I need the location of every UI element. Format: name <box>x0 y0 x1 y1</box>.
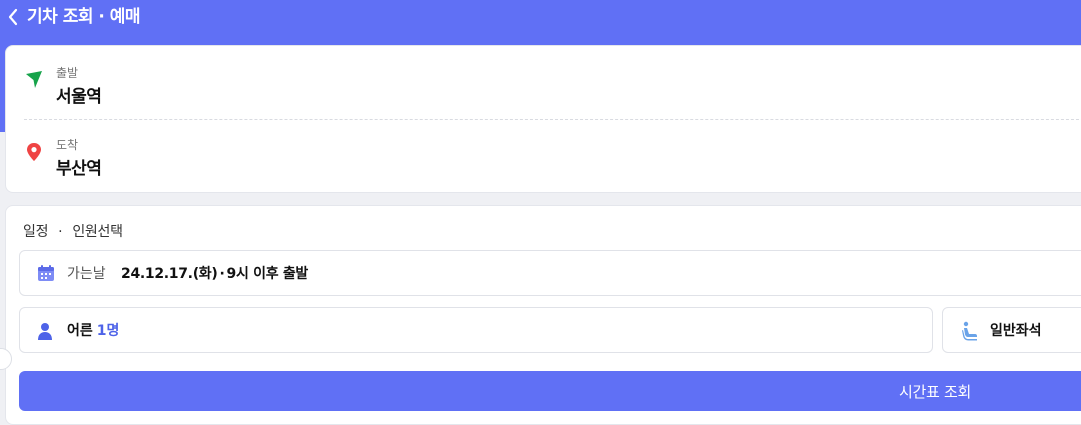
search-timetable-label: 시간표 조회 <box>899 383 971 401</box>
person-icon <box>38 323 52 340</box>
calendar-icon <box>38 265 54 281</box>
departure-label: 출발 <box>56 66 79 80</box>
passenger-value: 어른 1명 <box>67 320 119 340</box>
departure-value: 서울역 <box>56 87 102 107</box>
date-value-time: 9시 이후 출발 <box>226 266 309 282</box>
navigation-arrow-icon <box>26 71 42 88</box>
seat-type-selector[interactable]: 일반좌석 <box>942 307 1081 353</box>
back-button[interactable] <box>2 5 24 29</box>
departure-station-selector[interactable]: 출발 서울역 <box>24 64 424 119</box>
seat-type-value: 일반좌석 <box>990 323 1042 339</box>
schedule-card: 일정 · 인원선택 가는날 24.12.17.(화) · 9시 이후 출발 어른 1명 <box>5 205 1081 425</box>
date-value: 24.12.17.(화) · 9시 이후 출발 <box>121 263 308 283</box>
seat-icon <box>962 321 977 341</box>
station-card: 출발 서울역 도착 부산역 <box>5 45 1081 193</box>
schedule-title-text: 일정 <box>23 224 49 240</box>
date-value-date: 24.12.17.(화) <box>121 266 218 282</box>
schedule-title-dot: · <box>58 224 63 240</box>
date-label: 가는날 <box>67 266 106 282</box>
page-title: 기차 조회 · 예매 <box>27 7 141 27</box>
schedule-subtitle-text: 인원선택 <box>72 224 123 240</box>
station-divider <box>24 119 1081 120</box>
chevron-left-icon <box>8 8 18 26</box>
passenger-type: 어른 <box>67 323 93 339</box>
departure-date-selector[interactable]: 가는날 24.12.17.(화) · 9시 이후 출발 <box>19 250 1081 296</box>
date-value-separator: · <box>219 266 225 282</box>
search-timetable-button[interactable]: 시간표 조회 <box>19 371 1081 411</box>
schedule-section-title: 일정 · 인원선택 <box>23 221 123 241</box>
arrival-label: 도착 <box>56 138 79 152</box>
arrival-station-selector[interactable]: 도착 부산역 <box>24 136 424 191</box>
map-pin-icon <box>27 143 41 161</box>
arrival-value: 부산역 <box>56 159 102 179</box>
passenger-count: 1명 <box>96 323 120 339</box>
passenger-selector[interactable]: 어른 1명 <box>19 307 933 353</box>
